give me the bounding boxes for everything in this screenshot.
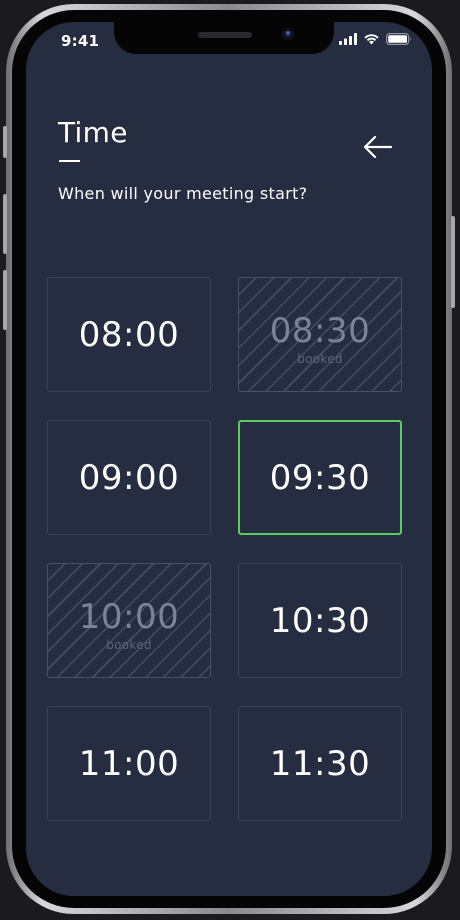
battery-icon xyxy=(386,33,411,45)
front-camera xyxy=(282,28,294,40)
time-slot-0800[interactable]: 08:00 xyxy=(47,277,211,392)
time-slot-1130[interactable]: 11:30 xyxy=(238,706,402,821)
time-slot-label: 10:00 xyxy=(78,596,180,637)
status-icons xyxy=(339,33,412,45)
booked-label: booked xyxy=(106,637,152,652)
time-slot-label: 09:30 xyxy=(269,457,371,498)
device-frame: 9:41 Time When will your meeting start? … xyxy=(3,4,455,914)
app-screen: 9:41 Time When will your meeting start? … xyxy=(26,22,432,896)
cellular-signal-icon xyxy=(339,33,357,45)
device-bezel: 9:41 Time When will your meeting start? … xyxy=(12,10,446,908)
time-slot-label: 11:30 xyxy=(269,743,371,784)
time-slot-0830-booked: 08:30 booked xyxy=(238,277,402,392)
booked-label: booked xyxy=(297,351,343,366)
time-slot-1100[interactable]: 11:00 xyxy=(47,706,211,821)
page-title: Time xyxy=(58,116,128,149)
back-button[interactable] xyxy=(360,132,396,162)
time-slot-1000-booked: 10:00 booked xyxy=(47,563,211,678)
volume-down-button xyxy=(3,270,7,330)
speaker-grille xyxy=(198,32,252,38)
status-time: 9:41 xyxy=(61,32,100,50)
power-button xyxy=(451,216,455,308)
time-slot-label: 10:30 xyxy=(269,600,371,641)
time-slot-1030[interactable]: 10:30 xyxy=(238,563,402,678)
time-slot-label: 08:00 xyxy=(78,314,180,355)
time-slot-label: 11:00 xyxy=(78,743,180,784)
notch xyxy=(114,22,334,54)
time-slot-0900[interactable]: 09:00 xyxy=(47,420,211,535)
wifi-icon xyxy=(364,34,379,45)
arrow-left-icon xyxy=(363,135,393,159)
volume-up-button xyxy=(3,194,7,254)
page-subtitle: When will your meeting start? xyxy=(58,184,308,203)
time-slot-label: 09:00 xyxy=(78,457,180,498)
title-underline xyxy=(59,160,80,162)
silent-switch xyxy=(3,126,7,158)
time-slot-label: 08:30 xyxy=(269,310,371,351)
time-slot-0930-selected[interactable]: 09:30 xyxy=(238,420,402,535)
